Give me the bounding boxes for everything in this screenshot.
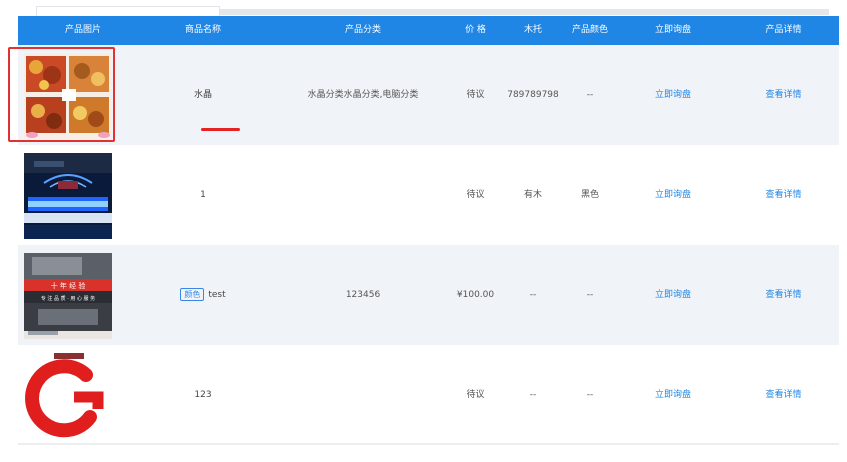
product-name: 1 [200,190,206,200]
product-category: 123456 [345,290,381,300]
product-category [258,145,468,245]
product-wood-pallet: 789789798 [507,90,559,100]
product-color: 黑色 [580,190,599,200]
header-inquiry: 立即询盘 [654,25,691,35]
color-tag: 颜色 [180,288,205,301]
header-product-image: 产品图片 [64,25,101,35]
banner-line1: 十 年 经 验 [51,281,86,290]
table-bottom-border [18,443,839,445]
banner-line2: 专 注 品 质 · 用 心 服 务 [41,295,95,302]
detail-link[interactable]: 查看详情 [728,245,839,345]
header-price: 价 格 [465,25,486,35]
table-row: 123 待议 -- -- 立即询盘 查看详情 [18,345,839,445]
header-wood-pallet: 木托 [523,25,542,35]
product-price: ¥100.00 [456,290,495,300]
annotation-underline [201,128,240,131]
detail-link[interactable]: 查看详情 [728,45,839,145]
table-row: 1 待议 有木 黑色 立即询盘 查看详情 [18,145,839,245]
product-price: 待议 [466,90,485,100]
table-row: 水晶 水晶分类水晶分类,电脑分类 待议 789789798 -- 立即询盘 查看… [8,45,839,145]
header-color: 产品颜色 [571,25,608,35]
product-category [258,345,468,445]
header-category: 产品分类 [344,25,381,35]
product-color: -- [586,390,594,400]
product-name: 123 [194,390,212,400]
product-wood-pallet: -- [529,390,537,400]
top-divider [218,9,829,15]
product-wood-pallet: 有木 [523,190,542,200]
product-price: 待议 [466,190,485,200]
product-table: 产品图片 商品名称 产品分类 价 格 木托 产品颜色 立即询盘 产品详情 水晶 … [8,16,839,445]
product-color: -- [586,90,594,100]
product-name: test [208,290,226,300]
led-stage-image[interactable] [24,153,112,239]
red-c-logo-image[interactable] [24,353,112,439]
product-name-cell: 颜色 test [148,245,258,345]
inquiry-link[interactable]: 立即询盘 [618,45,728,145]
inquiry-link[interactable]: 立即询盘 [618,145,728,245]
product-price: 待议 [466,390,485,400]
inquiry-link[interactable]: 立即询盘 [618,345,728,445]
inquiry-link[interactable]: 立即询盘 [618,245,728,345]
detail-link[interactable]: 查看详情 [728,145,839,245]
header-detail: 产品详情 [765,25,802,35]
product-wood-pallet: -- [529,290,537,300]
table-header: 产品图片 商品名称 产品分类 价 格 木托 产品颜色 立即询盘 产品详情 [18,16,839,45]
laptop-banner-image[interactable]: 十 年 经 验 专 注 品 质 · 用 心 服 务 [24,253,112,339]
selection-highlight [8,47,115,142]
header-product-name: 商品名称 [184,25,221,35]
table-row: 十 年 经 验 专 注 品 质 · 用 心 服 务 颜色 test 123456 … [18,245,839,345]
product-color: -- [586,290,594,300]
detail-link[interactable]: 查看详情 [728,345,839,445]
product-category: 水晶分类水晶分类,电脑分类 [307,90,419,100]
